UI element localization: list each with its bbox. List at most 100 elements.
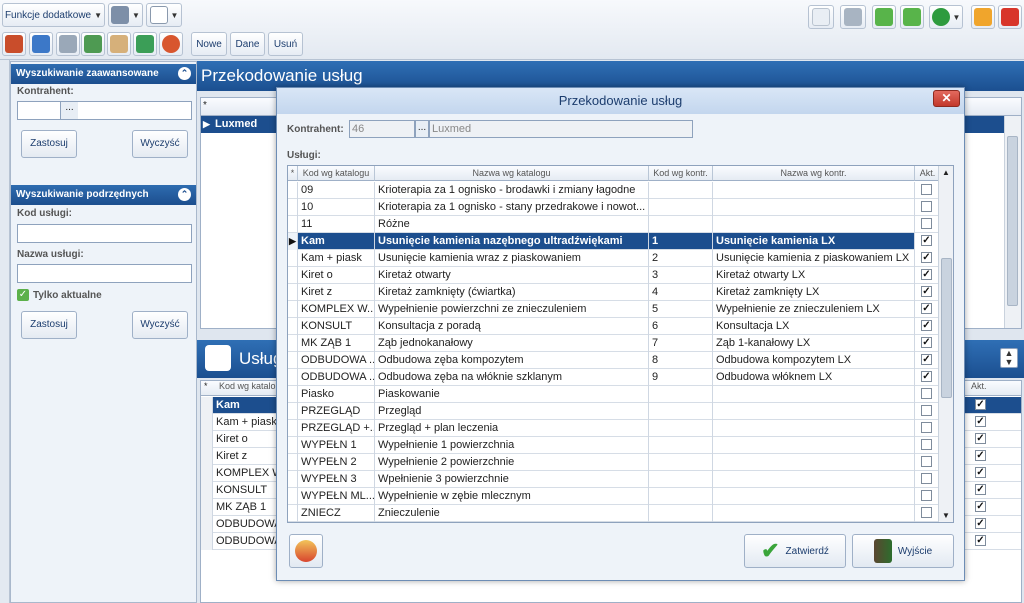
header-col-0[interactable]: Kod wg katalogu bbox=[298, 166, 375, 181]
scroll-down-icon[interactable]: ▼ bbox=[942, 511, 950, 520]
scroll-up-icon[interactable]: ▲ bbox=[942, 168, 950, 177]
cell-name[interactable]: Usunięcie kamienia nazębnego ultradźwięk… bbox=[375, 233, 649, 250]
cell-name[interactable]: Znieczulenie bbox=[375, 505, 649, 522]
active-checkbox[interactable]: ✓ bbox=[921, 337, 932, 348]
active-checkbox[interactable]: ✓ bbox=[921, 371, 932, 382]
cell-kcode[interactable] bbox=[649, 182, 713, 199]
active-checkbox[interactable]: ✓ bbox=[975, 535, 986, 546]
cell-kcode[interactable] bbox=[649, 471, 713, 488]
cell-kname[interactable]: Wypełnienie ze znieczuleniem LX bbox=[713, 301, 915, 318]
back-button[interactable] bbox=[872, 5, 896, 29]
table-row[interactable]: WYPEŁN ML... Wypełnienie w zębie mlecznym bbox=[288, 488, 941, 505]
cell-kcode[interactable] bbox=[649, 386, 713, 403]
cell-kname[interactable] bbox=[713, 420, 915, 437]
scrollbar-thumb[interactable] bbox=[1007, 136, 1018, 306]
active-checkbox[interactable] bbox=[921, 201, 932, 212]
cell-kname[interactable]: Kiretaż otwarty LX bbox=[713, 267, 915, 284]
active-checkbox[interactable]: ✓ bbox=[975, 467, 986, 478]
table-row[interactable]: ▶ Kam Usunięcie kamienia nazębnego ultradź… bbox=[288, 233, 941, 250]
cell-kname[interactable] bbox=[713, 488, 915, 505]
columns-dropdown[interactable]: ▼ bbox=[146, 3, 182, 27]
cell-kname[interactable] bbox=[713, 505, 915, 522]
export-button[interactable] bbox=[289, 534, 323, 568]
active-checkbox[interactable]: ✓ bbox=[921, 252, 932, 263]
active-checkbox[interactable] bbox=[921, 490, 932, 501]
cell-name[interactable]: Ząb jednokanałowy bbox=[375, 335, 649, 352]
cell-kname[interactable] bbox=[713, 437, 915, 454]
table-row[interactable]: Kiret o Kiretaż otwarty 3 Kiretaż otwarty L… bbox=[288, 267, 941, 284]
up-button[interactable] bbox=[900, 5, 924, 29]
vertical-scrollbar[interactable]: ▲ ▼ bbox=[938, 166, 953, 522]
help-dropdown[interactable]: ▼ bbox=[929, 5, 963, 29]
cell-kcode[interactable]: 5 bbox=[649, 301, 713, 318]
cell-kcode[interactable]: 3 bbox=[649, 267, 713, 284]
cell-name[interactable]: Odbudowa zęba kompozytem bbox=[375, 352, 649, 369]
cell-kname[interactable]: Kiretaż zamknięty LX bbox=[713, 284, 915, 301]
cell-code[interactable]: 09 bbox=[298, 182, 375, 199]
exit-button[interactable]: Wyjście bbox=[852, 534, 954, 568]
cell-code[interactable]: KOMPLEX W... bbox=[298, 301, 375, 318]
active-checkbox[interactable] bbox=[921, 184, 932, 195]
cell-kname[interactable]: Usunięcie kamienia LX bbox=[713, 233, 915, 250]
table-row[interactable]: WYPEŁN 2 Wypełnienie 2 powierzchnie bbox=[288, 454, 941, 471]
contractor-lookup-button[interactable]: ... bbox=[415, 120, 429, 138]
cell-kname[interactable]: Usunięcie kamienia z piaskowaniem LX bbox=[713, 250, 915, 267]
collapse-icon[interactable]: ⌃ bbox=[178, 188, 191, 201]
settings-button[interactable] bbox=[159, 32, 183, 56]
active-checkbox[interactable] bbox=[921, 405, 932, 416]
cell-code[interactable]: WYPEŁN ML... bbox=[298, 488, 375, 505]
cell-code[interactable]: ODBUDOWA ... bbox=[298, 352, 375, 369]
checkmark-icon[interactable]: ✓ bbox=[17, 289, 29, 301]
table-row[interactable]: PRZEGLĄD Przegląd bbox=[288, 403, 941, 420]
table-row[interactable]: ODBUDOWA ... Odbudowa zęba kompozytem 8 Odb… bbox=[288, 352, 941, 369]
table-row[interactable]: KONSULT Konsultacja z poradą 6 Konsultacja … bbox=[288, 318, 941, 335]
cell-name[interactable]: Krioterapia za 1 ognisko - brodawki i zm… bbox=[375, 182, 649, 199]
cell-kcode[interactable] bbox=[649, 505, 713, 522]
cell-code[interactable]: ZNIECZ bbox=[298, 505, 375, 522]
cell-code[interactable]: Kam + piask bbox=[298, 250, 375, 267]
header-col-3[interactable]: Nazwa wg kontr. bbox=[713, 166, 915, 181]
cell-code[interactable]: MK ZĄB 1 bbox=[298, 335, 375, 352]
cell-code[interactable]: PRZEGLĄD bbox=[298, 403, 375, 420]
cell-name[interactable]: Konsultacja z poradą bbox=[375, 318, 649, 335]
clear-button[interactable]: Wyczyść bbox=[132, 130, 188, 158]
cell-code[interactable]: 10 bbox=[298, 199, 375, 216]
tools-button[interactable] bbox=[56, 32, 80, 56]
cell-kcode[interactable]: 6 bbox=[649, 318, 713, 335]
cell-code[interactable]: KONSULT bbox=[298, 318, 375, 335]
cell-kname[interactable] bbox=[713, 216, 915, 233]
cell-name[interactable]: Różne bbox=[375, 216, 649, 233]
table-row[interactable]: 10 Krioterapia za 1 ognisko - stany przed… bbox=[288, 199, 941, 216]
cell-kcode[interactable]: 1 bbox=[649, 233, 713, 250]
contractor-lookup-button[interactable]: ... bbox=[60, 102, 78, 119]
mail-button[interactable] bbox=[808, 5, 834, 29]
home-button[interactable] bbox=[2, 32, 26, 56]
active-checkbox[interactable] bbox=[921, 456, 932, 467]
cell-name[interactable]: Wypełnienie w zębie mlecznym bbox=[375, 488, 649, 505]
active-checkbox[interactable] bbox=[921, 439, 932, 450]
cell-kname[interactable] bbox=[713, 454, 915, 471]
active-checkbox[interactable] bbox=[921, 507, 932, 518]
delete-button[interactable]: Usuń bbox=[268, 32, 303, 56]
calculator-button[interactable] bbox=[840, 5, 866, 29]
active-checkbox[interactable]: ✓ bbox=[975, 399, 986, 410]
only-current-option[interactable]: ✓ Tylko aktualne bbox=[17, 289, 102, 301]
cell-kname[interactable]: Konsultacja LX bbox=[713, 318, 915, 335]
cell-name[interactable]: Odbudowa zęba na włóknie szklanym bbox=[375, 369, 649, 386]
service-name-input[interactable] bbox=[17, 264, 192, 283]
new-button[interactable]: Nowe bbox=[191, 32, 227, 56]
scrollbar-thumb[interactable] bbox=[941, 258, 952, 398]
cell-code[interactable]: Piasko bbox=[298, 386, 375, 403]
cell-kcode[interactable] bbox=[649, 199, 713, 216]
cell-name[interactable]: Kiretaż zamknięty (ćwiartka) bbox=[375, 284, 649, 301]
table-row[interactable]: Piasko Piaskowanie bbox=[288, 386, 941, 403]
cell-code[interactable]: Kiret o bbox=[298, 267, 375, 284]
cell-name[interactable]: Piaskowanie bbox=[375, 386, 649, 403]
cell-kcode[interactable] bbox=[649, 420, 713, 437]
active-checkbox[interactable]: ✓ bbox=[921, 286, 932, 297]
cell-name[interactable]: Przegląd bbox=[375, 403, 649, 420]
cell-kcode[interactable] bbox=[649, 488, 713, 505]
active-checkbox[interactable]: ✓ bbox=[921, 269, 932, 280]
cell-kcode[interactable]: 8 bbox=[649, 352, 713, 369]
cell-name[interactable]: Wypełnienie 1 powierzchnia bbox=[375, 437, 649, 454]
